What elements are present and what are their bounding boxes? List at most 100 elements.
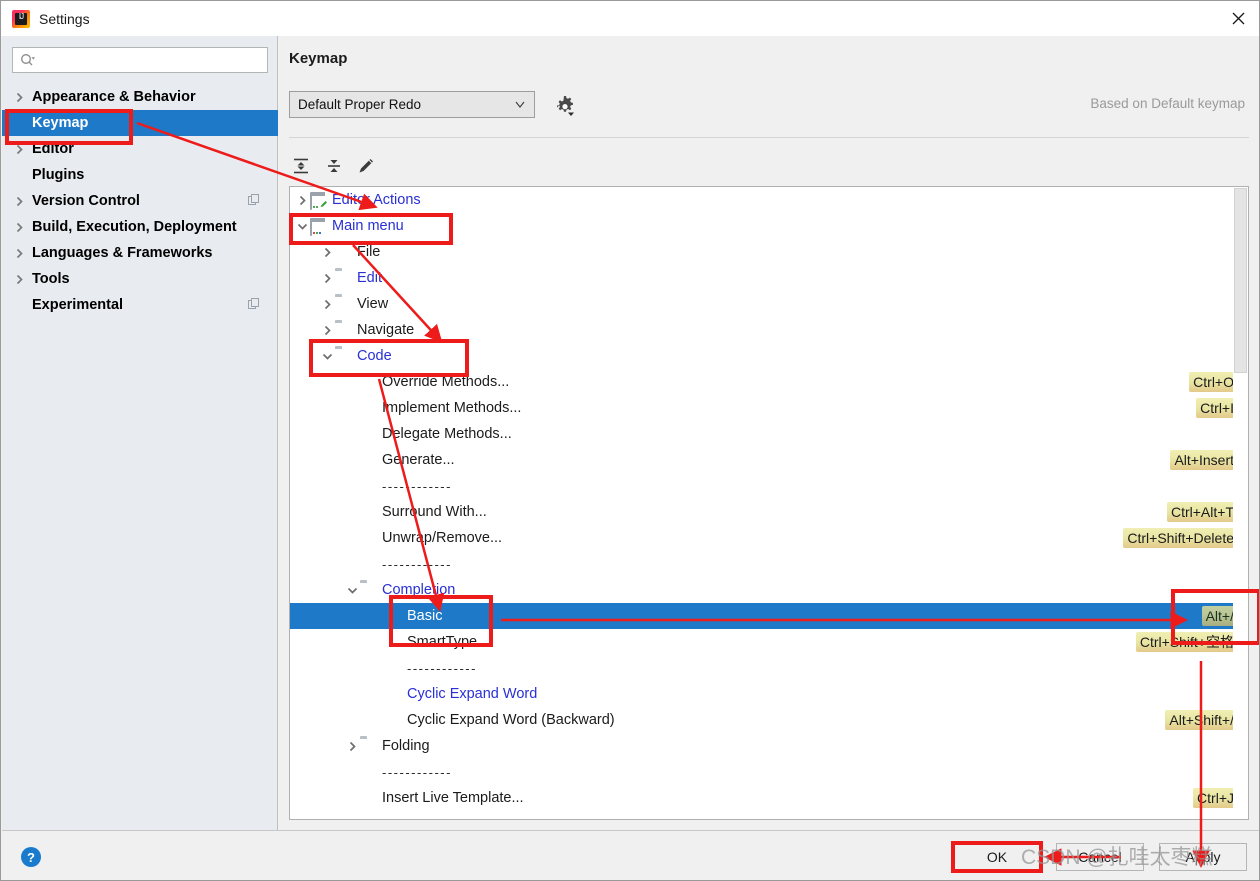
no-icon [360, 427, 376, 441]
main-menu-icon [310, 218, 326, 236]
chevron-right-icon[interactable] [319, 299, 335, 310]
shortcut-badge: Ctrl+I [1196, 398, 1238, 418]
tree-separator: ------------ [290, 551, 1248, 577]
sidebar-item-label: Languages & Frameworks [32, 245, 213, 261]
tree-row[interactable]: Implement Methods... Ctrl+I [290, 395, 1248, 421]
folder-icon [360, 583, 376, 597]
keymap-action-tree[interactable]: Editor Actions Main menu File Edit View Navig… [289, 186, 1249, 820]
tree-row-label: Basic [407, 608, 443, 624]
tree-row[interactable]: File [290, 239, 1248, 265]
tree-row[interactable]: SmartType Ctrl+Shift+空格 [290, 629, 1248, 655]
separator-label: ------------ [382, 556, 452, 572]
keymap-action-tree-rows: Editor Actions Main menu File Edit View Navig… [290, 187, 1248, 811]
no-icon [360, 557, 376, 571]
tree-row[interactable]: Cyclic Expand Word (Backward) Alt+Shift+/ [290, 707, 1248, 733]
sidebar-item-plugins[interactable]: Plugins [2, 162, 278, 188]
folder-icon [335, 245, 351, 259]
tree-row[interactable]: Insert Live Template... Ctrl+J [290, 785, 1248, 811]
separator-label: ------------ [382, 764, 452, 780]
tree-row[interactable]: Unwrap/Remove... Ctrl+Shift+Delete [290, 525, 1248, 551]
chevron-right-icon[interactable] [294, 195, 310, 206]
sidebar-item-languages-frameworks[interactable]: Languages & Frameworks [2, 240, 278, 266]
separator-label: ------------ [382, 478, 452, 494]
copy-badge-icon [248, 298, 260, 310]
sidebar-item-keymap[interactable]: Keymap [2, 110, 278, 136]
tree-row[interactable]: Code [290, 343, 1248, 369]
shortcut-badge: Alt+Insert [1170, 450, 1238, 470]
sidebar-item-tools[interactable]: Tools [2, 266, 278, 292]
settings-search-box[interactable] [12, 47, 268, 73]
tree-row-label: Override Methods... [382, 374, 510, 390]
tree-separator: ------------ [290, 759, 1248, 785]
tree-row-label: Edit [357, 270, 382, 286]
shortcut-badge: Alt+Shift+/ [1165, 710, 1238, 730]
tree-row[interactable]: Delegate Methods... [290, 421, 1248, 447]
chevron-right-icon [14, 222, 32, 233]
tree-row[interactable]: Navigate [290, 317, 1248, 343]
tree-row[interactable]: Generate... Alt+Insert [290, 447, 1248, 473]
no-icon [360, 505, 376, 519]
folder-icon [335, 297, 351, 311]
tree-row-label: Surround With... [382, 504, 487, 520]
chevron-right-icon [14, 274, 32, 285]
chevron-right-icon [14, 92, 32, 103]
close-icon[interactable] [1215, 1, 1259, 36]
shortcut-badge: Ctrl+O [1189, 372, 1238, 392]
sidebar-item-label: Appearance & Behavior [32, 89, 196, 105]
chevron-down-icon[interactable] [294, 221, 310, 232]
keymap-select[interactable]: Default Proper Redo [289, 91, 535, 118]
tree-row[interactable]: Edit [290, 265, 1248, 291]
keymap-settings-gear-button[interactable] [552, 93, 578, 119]
sidebar-item-version-control[interactable]: Version Control [2, 188, 278, 214]
no-icon [360, 479, 376, 493]
sidebar-item-label: Version Control [32, 193, 140, 209]
tree-row-label: Main menu [332, 218, 404, 234]
chevron-down-icon[interactable] [344, 585, 360, 596]
tree-row[interactable]: Folding [290, 733, 1248, 759]
chevron-right-icon[interactable] [344, 741, 360, 752]
tree-row[interactable]: Main menu [290, 213, 1248, 239]
tree-row[interactable]: Completion [290, 577, 1248, 603]
tree-row[interactable]: Cyclic Expand Word [290, 681, 1248, 707]
tree-row-label: Folding [382, 738, 430, 754]
tree-scroll-thumb[interactable] [1234, 188, 1247, 373]
sidebar-item-appearance-behavior[interactable]: Appearance & Behavior [2, 84, 278, 110]
tree-row-label: Insert Live Template... [382, 790, 524, 806]
chevron-right-icon[interactable] [319, 273, 335, 284]
shortcut-badge: Ctrl+Alt+T [1166, 502, 1238, 522]
sidebar-item-build-execution-deployment[interactable]: Build, Execution, Deployment [2, 214, 278, 240]
tree-row[interactable]: Override Methods... Ctrl+O [290, 369, 1248, 395]
keymap-toolbar [279, 144, 1259, 216]
sidebar-item-label: Build, Execution, Deployment [32, 219, 237, 235]
tree-row-label: View [357, 296, 389, 312]
expand-all-icon[interactable] [287, 152, 315, 180]
tree-vertical-scrollbar[interactable] [1233, 187, 1248, 819]
sidebar-item-editor[interactable]: Editor [2, 136, 278, 162]
collapse-all-icon[interactable] [320, 152, 348, 180]
tree-row-label: Editor Actions [332, 192, 421, 208]
settings-search-input[interactable] [40, 52, 240, 68]
no-icon [385, 713, 401, 727]
tree-row[interactable]: Basic Alt+/ [290, 603, 1248, 629]
tree-row-label: Navigate [357, 322, 415, 338]
chevron-down-icon[interactable] [319, 351, 335, 362]
no-icon [385, 635, 401, 649]
settings-category-tree: Appearance & Behavior Keymap Editor Plugins… [2, 84, 278, 318]
based-on-label: Based on Default keymap [1090, 96, 1245, 111]
no-icon [360, 453, 376, 467]
edit-shortcut-icon[interactable] [352, 152, 380, 180]
tree-row-label: Implement Methods... [382, 400, 522, 416]
tree-row[interactable]: View [290, 291, 1248, 317]
shortcut-badge: Ctrl+Shift+Delete [1123, 528, 1238, 548]
tree-row[interactable]: Editor Actions [290, 187, 1248, 213]
tree-row-label: Unwrap/Remove... [382, 530, 503, 546]
sidebar-item-label: Plugins [32, 167, 85, 183]
chevron-right-icon[interactable] [319, 325, 335, 336]
sidebar-item-label: Editor [32, 141, 74, 157]
folder-icon [335, 349, 351, 363]
no-icon [385, 661, 401, 675]
sidebar-item-experimental[interactable]: Experimental [2, 292, 278, 318]
tree-row[interactable]: Surround With... Ctrl+Alt+T [290, 499, 1248, 525]
help-icon[interactable]: ? [17, 843, 45, 871]
chevron-right-icon[interactable] [319, 247, 335, 258]
